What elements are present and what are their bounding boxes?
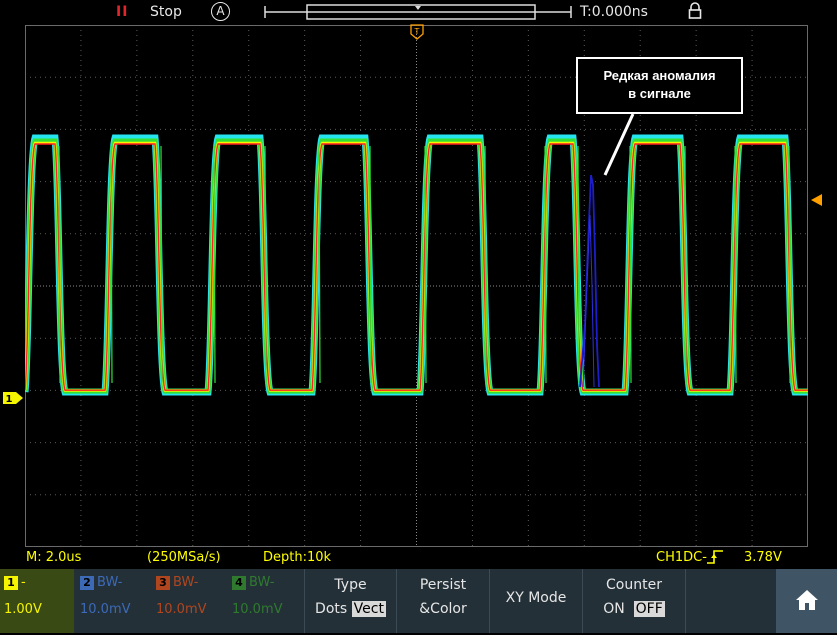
timebase-readout[interactable]: M: 2.0us — [26, 550, 81, 565]
horizontal-position-readout: T:0.000ns — [580, 4, 648, 20]
channel-3-number: 3 — [156, 576, 170, 590]
display-type-button[interactable]: Type Dots Vect — [304, 569, 396, 633]
channel-2-button[interactable]: 2 BW- 10.0mV — [76, 569, 150, 633]
home-icon — [796, 590, 818, 610]
annotation-line-2: в сигнале — [628, 86, 691, 101]
channel-1-coupling: - — [21, 575, 26, 590]
lock-icon[interactable] — [688, 2, 702, 24]
annotation-pointer — [603, 113, 635, 176]
acquisition-status: Stop — [150, 4, 182, 20]
trigger-source-readout[interactable]: CH1DC- — [656, 550, 707, 565]
run-stop-indicator[interactable]: II — [116, 4, 128, 20]
trigger-level-readout: 3.78V — [744, 550, 782, 565]
channel-2-scale: 10.0mV — [80, 602, 131, 617]
persist-color-button[interactable]: Persist &Color — [396, 569, 489, 633]
memory-depth-readout: Depth:10k — [263, 550, 332, 565]
xy-mode-label: XY Mode — [505, 590, 567, 606]
counter-button[interactable]: Counter ON OFF — [582, 569, 685, 633]
type-vect-option: Vect — [351, 601, 386, 617]
channel-2-bandwidth: BW- — [97, 575, 123, 590]
bottom-info-bar: M: 2.0us (250MSa/s) Depth:10k CH1DC- 3.7… — [0, 548, 837, 568]
counter-on-option: ON — [603, 601, 625, 617]
waveform-layer — [25, 141, 415, 392]
waveform-layer — [25, 134, 415, 396]
soft-menu-bar: 1- 1.00V 2 BW- 10.0mV 3 BW- 10.0mV 4 BW- 10… — [0, 569, 837, 633]
counter-label: Counter — [606, 577, 662, 593]
trigger-position-marker[interactable]: T — [410, 24, 424, 40]
annotation-line-1: Редкая аномалия — [603, 68, 716, 83]
home-button[interactable] — [776, 569, 837, 633]
oscilloscope-screen: II Stop A T:0.000ns T 1 Редкая аномалия … — [0, 0, 837, 635]
anomaly-annotation: Редкая аномалия в сигнале — [576, 57, 743, 114]
channel-1-number: 1 — [4, 576, 18, 590]
waveform-layer — [415, 134, 808, 396]
channel-3-scale: 10.0mV — [156, 602, 207, 617]
type-dots-option: Dots — [315, 601, 348, 617]
trigger-top-label: T — [414, 27, 420, 36]
channel-2-number: 2 — [80, 576, 94, 590]
persist-label: Persist — [419, 577, 467, 593]
anomaly-trace — [579, 174, 600, 388]
waveform-layer — [415, 138, 808, 394]
acquisition-mode-icon: A — [211, 2, 230, 21]
channel-4-bandwidth: BW- — [249, 575, 275, 590]
channel-3-button[interactable]: 3 BW- 10.0mV — [152, 569, 226, 633]
trigger-level-marker[interactable] — [809, 193, 823, 207]
rising-edge-icon — [706, 548, 724, 570]
channel-4-scale: 10.0mV — [232, 602, 283, 617]
channel-1-button[interactable]: 1- 1.00V — [0, 569, 74, 633]
display-type-label: Type — [334, 577, 367, 593]
waveform-layer — [25, 143, 415, 391]
xy-mode-button[interactable]: XY Mode — [489, 569, 582, 633]
ch1-ground-marker[interactable]: 1 — [2, 391, 24, 405]
channel-4-button[interactable]: 4 BW- 10.0mV — [228, 569, 302, 633]
channel-3-bandwidth: BW- — [173, 575, 199, 590]
ch1-ground-label: 1 — [6, 394, 13, 405]
blank-menu-button[interactable] — [685, 569, 776, 633]
waveform-layer — [415, 143, 808, 391]
channel-4-number: 4 — [232, 576, 246, 590]
top-status-bar: II Stop A T:0.000ns — [0, 0, 837, 24]
color-label: &Color — [419, 601, 467, 617]
waveform-layer — [25, 138, 415, 394]
memory-timeline-bar — [264, 4, 572, 20]
channel-1-scale: 1.00V — [4, 602, 42, 617]
waveform-layer — [415, 141, 808, 392]
sample-rate-readout: (250MSa/s) — [147, 550, 221, 565]
counter-off-option: OFF — [633, 601, 665, 617]
